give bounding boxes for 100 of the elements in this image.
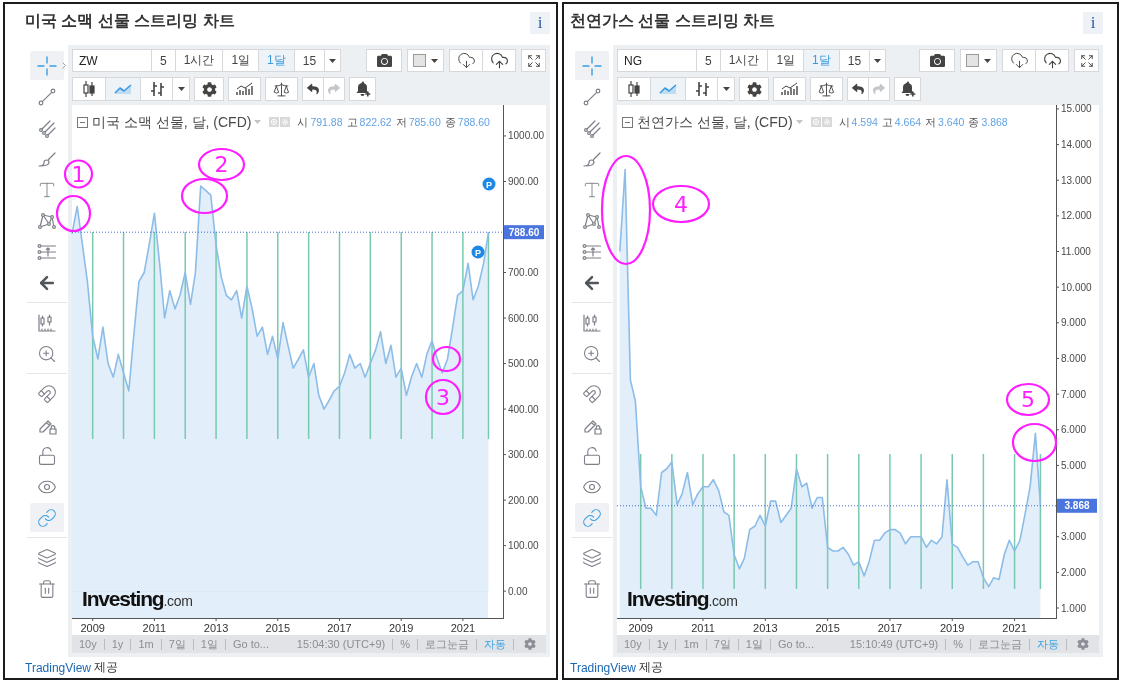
interval-button[interactable]: 1시간 [174,49,224,72]
collapse-icon[interactable] [77,116,88,128]
y-axis-label: 7.000 [1061,388,1087,400]
event-marker[interactable]: P [482,177,496,191]
range-button[interactable]: 10y [72,635,104,653]
interval-button[interactable]: 1달 [803,49,840,72]
y-axis-label: 500.00 [508,358,539,370]
range-button[interactable]: 7일 [706,635,738,653]
range-button[interactable]: 1m [131,635,161,653]
magnet-icon [36,383,57,404]
range-button[interactable]: 1일 [738,635,770,653]
ohlc-label: 시 [838,114,850,130]
info-button[interactable]: i [1083,12,1103,34]
indicators-button[interactable] [228,77,261,101]
cloud-download-button[interactable] [449,49,483,72]
interval-button[interactable]: 1일 [222,49,260,72]
scale-toggle[interactable]: % [946,635,970,653]
ohlc-label: 저 [925,114,937,130]
y-axis-label: 900.00 [508,175,539,187]
collapse-icon[interactable] [622,116,633,128]
scale-toggle[interactable]: 로그눈금 [971,635,1029,653]
info-button[interactable]: i [530,12,550,34]
ohlc-value: 788.60 [457,116,490,128]
interval-button[interactable]: 5 [151,49,176,72]
range-button[interactable]: 10y [617,635,649,653]
chart-style-button[interactable] [685,77,718,101]
ohlc-label: 고 [881,114,893,130]
interval-button[interactable]: 1시간 [719,49,769,72]
chart-style-button[interactable] [72,77,106,101]
ohlc-label: 종 [444,114,456,130]
event-marker[interactable]: P [471,245,485,259]
chart-style-button[interactable] [617,77,651,101]
ohlc-label: 종 [968,114,980,130]
compare-button[interactable] [810,77,843,101]
bar-chart-icon [779,82,800,96]
fullscreen-button[interactable] [1074,49,1099,72]
scale-toggle[interactable]: 자동 [1030,635,1066,653]
layers-icon [581,547,602,568]
range-button[interactable]: 1y [104,635,131,653]
cloud-download-button[interactable] [1002,49,1036,72]
cloud-upload-button[interactable] [482,49,516,72]
scale-toggle[interactable]: 로그눈금 [418,635,476,653]
goto-button[interactable]: Go to... [225,635,276,653]
cloud-upload-button[interactable] [1035,49,1069,72]
color-picker-button[interactable] [407,49,444,72]
screenshot-button[interactable] [919,49,955,72]
indicators-button[interactable] [773,77,806,101]
investing-logo: Investing.com [82,587,193,611]
ohlc-value: 3.640 [938,116,965,128]
tradingview-link[interactable]: TradingView [570,660,637,675]
interval-button[interactable]: 15 [293,49,326,72]
interval-button[interactable]: 15 [838,49,871,72]
undo-button[interactable] [302,77,324,101]
interval-menu-button[interactable] [869,49,887,72]
color-picker-button[interactable] [960,49,997,72]
range-button[interactable]: 1y [649,635,676,653]
circled-number: 5 [1005,382,1051,417]
gear-icon [1077,638,1089,650]
magnet-icon [581,383,602,404]
caret-icon [984,58,991,63]
color-swatch-icon [413,54,426,67]
scale-toggle[interactable]: % [393,635,417,653]
gear-icon [524,638,536,650]
settings-button[interactable] [739,77,769,101]
y-axis-label: 200.00 [508,494,539,506]
chart-style-menu-button[interactable] [172,77,190,101]
chart-style-button[interactable] [140,77,173,101]
range-button[interactable]: 7일 [161,635,193,653]
symbol-field[interactable]: NG [617,49,697,72]
bell-plus-icon [354,81,371,97]
unlocked-padlock-icon [36,445,57,466]
interval-button[interactable]: 1일 [767,49,805,72]
compare-button[interactable] [265,77,298,101]
chart-style-menu-button[interactable] [717,77,735,101]
undo-button[interactable] [847,77,869,101]
ohlc-label: 저 [395,114,407,130]
x-axis-label: 2009 [80,622,105,634]
hand-drawn-circle [180,177,229,215]
alert-button[interactable] [349,77,376,101]
interval-button[interactable]: 1달 [258,49,295,72]
goto-button[interactable]: Go to... [770,635,821,653]
range-button[interactable]: 1일 [193,635,225,653]
interval-menu-button[interactable] [324,49,342,72]
screenshot-button[interactable] [366,49,402,72]
y-axis-label: 11.000 [1061,246,1091,257]
fullscreen-button[interactable] [521,49,546,72]
circled-number: 1 [63,159,94,189]
settings-button[interactable] [194,77,224,101]
zigzag-pattern-icon [581,210,602,231]
range-button[interactable]: 1m [676,635,706,653]
symbol-field[interactable]: ZW [72,49,152,72]
y-axis-label: 1000.00 [508,130,545,142]
x-axis-label: 2021 [450,622,476,634]
cloud-upload-icon [1042,51,1062,70]
interval-button[interactable]: 5 [696,49,721,72]
x-axis-label: 2017 [877,622,903,634]
expand-icon [1079,53,1094,68]
alert-button[interactable] [894,77,921,101]
scale-toggle[interactable]: 자동 [477,635,513,653]
tradingview-link[interactable]: TradingView [25,660,92,675]
